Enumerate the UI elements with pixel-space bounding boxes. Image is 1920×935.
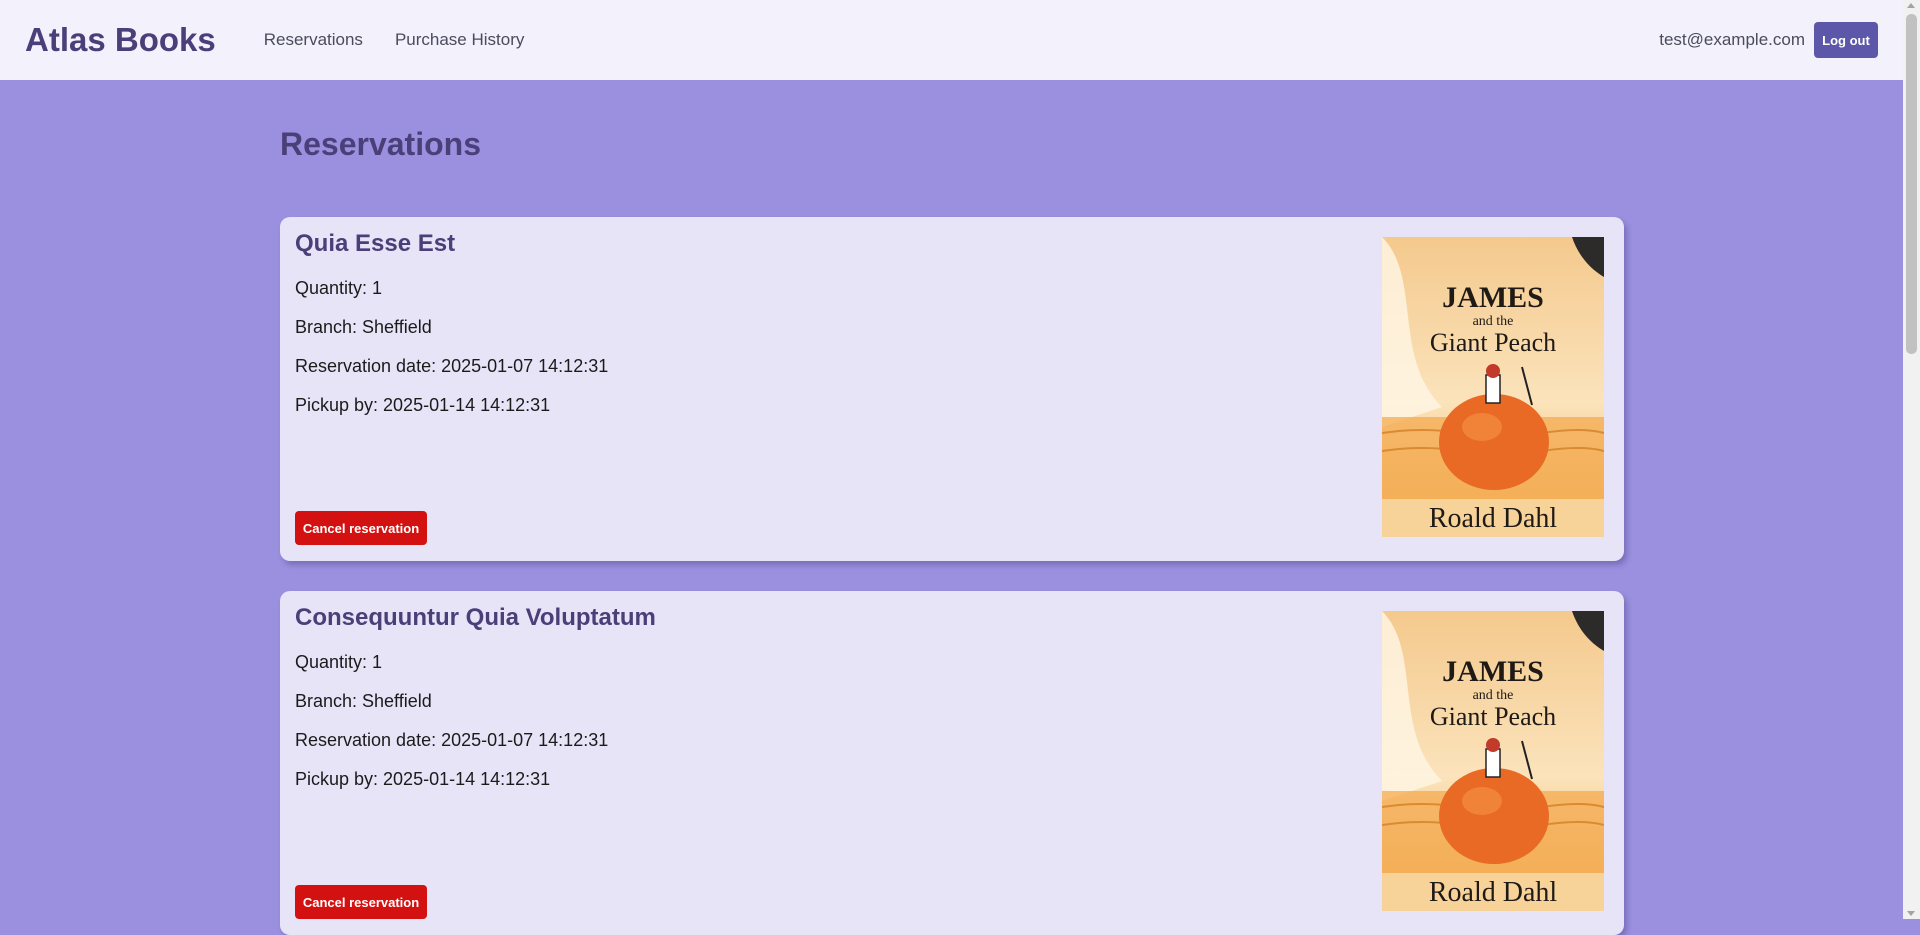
user-email: test@example.com [1659,30,1805,49]
cover-character-head [1486,738,1500,752]
reservation-card: Quia Esse Est Quantity: 1 Branch: Sheffi… [280,217,1624,561]
book-title: Quia Esse Est [295,230,456,257]
cover-character-head [1486,364,1500,378]
cover-author: Roald Dahl [1429,877,1558,908]
cover-title-line: and the [1473,688,1514,703]
cover-peach-highlight [1462,787,1502,815]
cover-author: Roald Dahl [1429,503,1558,534]
cancel-reservation-button[interactable]: Cancel reservation [295,511,427,545]
brand-logo[interactable]: Atlas Books [25,21,216,59]
nav-link-reservations[interactable]: Reservations [264,30,363,50]
cover-title-line: and the [1473,314,1514,329]
pickup-by-text: Pickup by: 2025-01-14 14:12:31 [295,395,551,415]
scroll-up-icon[interactable] [1907,3,1915,8]
scroll-down-icon[interactable] [1907,911,1915,916]
branch-text: Branch: Sheffield [295,317,432,337]
cover-title-line: JAMES [1442,655,1544,688]
cover-character [1485,748,1501,778]
cover-peach [1439,768,1549,864]
cover-title-line: Giant Peach [1430,328,1556,357]
user-area: test@example.com Log out [1659,22,1878,58]
book-title: Consequuntur Quia Voluptatum [295,604,656,631]
scrollbar-thumb[interactable] [1906,14,1917,354]
reservation-date-text: Reservation date: 2025-01-07 14:12:31 [295,356,609,376]
cover-title-line: Giant Peach [1430,702,1556,731]
quantity-text: Quantity: 1 [295,278,383,298]
nav-link-purchase-history[interactable]: Purchase History [395,30,524,50]
cover-peach-highlight [1462,413,1502,441]
quantity-text: Quantity: 1 [295,652,383,672]
reservation-card: Consequuntur Quia Voluptatum Quantity: 1… [280,591,1624,935]
page-title: Reservations [280,126,481,162]
pickup-by-text: Pickup by: 2025-01-14 14:12:31 [295,769,551,789]
cover-peach [1439,394,1549,490]
cancel-reservation-button[interactable]: Cancel reservation [295,885,427,919]
book-cover-image: JAMES and the Giant Peach Roald Dahl [1382,237,1604,537]
book-cover-image: JAMES and the Giant Peach Roald Dahl [1382,611,1604,911]
branch-text: Branch: Sheffield [295,691,432,711]
cover-title-line: JAMES [1442,281,1544,314]
logout-button[interactable]: Log out [1814,22,1878,58]
page-scrollbar[interactable] [1903,0,1920,919]
top-navbar: Atlas Books Reservations Purchase Histor… [0,0,1903,80]
reservation-date-text: Reservation date: 2025-01-07 14:12:31 [295,730,609,750]
cover-character [1485,374,1501,404]
